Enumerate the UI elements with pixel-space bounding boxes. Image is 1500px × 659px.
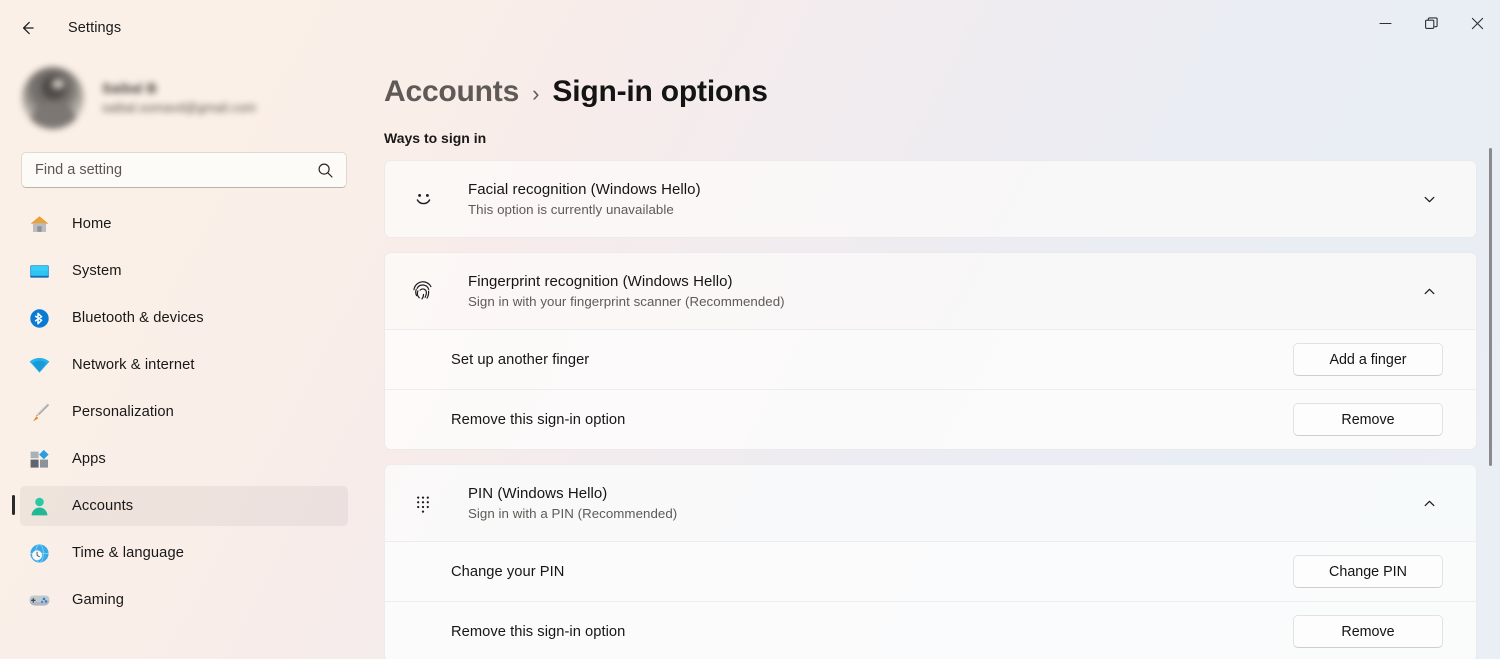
maximize-button[interactable] xyxy=(1408,0,1454,47)
breadcrumb: Accounts › Sign-in options xyxy=(384,75,1500,109)
profile-name: Saibal B xyxy=(102,81,157,96)
app-title: Settings xyxy=(68,20,122,36)
remove-pin-button[interactable]: Remove xyxy=(1293,615,1443,648)
sidebar-item-bluetooth-devices[interactable]: Bluetooth & devices xyxy=(20,298,348,338)
sidebar-item-label: Bluetooth & devices xyxy=(72,310,204,326)
system-icon xyxy=(24,258,54,284)
bluetooth-icon xyxy=(24,305,54,331)
fingerprint-icon xyxy=(403,277,443,305)
avatar xyxy=(22,67,84,129)
change-pin-button[interactable]: Change PIN xyxy=(1293,555,1443,588)
clock-globe-icon xyxy=(24,540,54,566)
sign-in-options-list: Facial recognition (Windows Hello) This … xyxy=(384,160,1477,659)
wifi-icon xyxy=(24,352,54,378)
row-change-your-pin: Change your PIN Change PIN xyxy=(385,541,1476,601)
card-header[interactable]: Facial recognition (Windows Hello) This … xyxy=(385,161,1476,237)
card-facial-recognition: Facial recognition (Windows Hello) This … xyxy=(384,160,1477,238)
window-controls xyxy=(1362,0,1500,47)
card-title: Facial recognition (Windows Hello) xyxy=(468,181,701,198)
back-arrow-icon xyxy=(22,21,34,35)
row-remove-pin: Remove this sign-in option Remove xyxy=(385,601,1476,659)
sidebar-nav: Home System Bluetooth & devices Network … xyxy=(0,204,368,620)
sidebar-item-label: Time & language xyxy=(72,545,184,561)
sidebar-item-gaming[interactable]: Gaming xyxy=(20,580,348,620)
card-text: Fingerprint recognition (Windows Hello) … xyxy=(468,273,1412,309)
sidebar-item-personalization[interactable]: Personalization xyxy=(20,392,348,432)
chevron-up-icon[interactable] xyxy=(1412,274,1446,308)
sidebar-item-system[interactable]: System xyxy=(20,251,348,291)
remove-fingerprint-button[interactable]: Remove xyxy=(1293,403,1443,436)
vertical-scrollbar[interactable] xyxy=(1486,148,1496,466)
row-label: Set up another finger xyxy=(451,351,590,368)
close-button[interactable] xyxy=(1454,0,1500,47)
accounts-icon xyxy=(24,493,54,519)
card-title: PIN (Windows Hello) xyxy=(468,485,608,502)
breadcrumb-parent[interactable]: Accounts xyxy=(384,75,519,109)
sidebar: Saibal B saibal.somavd@gmail.com Find a … xyxy=(0,56,368,659)
card-text: PIN (Windows Hello) Sign in with a PIN (… xyxy=(468,485,1412,521)
card-subtitle: This option is currently unavailable xyxy=(468,202,674,217)
page-title: Sign-in options xyxy=(552,75,768,108)
title-bar: Settings xyxy=(0,0,1500,56)
search-input[interactable] xyxy=(35,162,317,178)
profile-text: Saibal B saibal.somavd@gmail.com xyxy=(102,81,256,115)
sidebar-item-label: Apps xyxy=(72,451,106,467)
gamepad-icon xyxy=(24,587,54,613)
paintbrush-icon xyxy=(24,399,54,425)
sidebar-item-label: System xyxy=(72,263,122,279)
sidebar-item-label: Personalization xyxy=(72,404,174,420)
card-header[interactable]: Fingerprint recognition (Windows Hello) … xyxy=(385,253,1476,329)
row-label: Remove this sign-in option xyxy=(451,411,626,428)
card-text: Facial recognition (Windows Hello) This … xyxy=(468,181,1412,217)
apps-icon xyxy=(24,446,54,472)
add-a-finger-button[interactable]: Add a finger xyxy=(1293,343,1443,376)
back-button[interactable] xyxy=(11,11,45,45)
sidebar-item-home[interactable]: Home xyxy=(20,204,348,244)
sidebar-item-network-internet[interactable]: Network & internet xyxy=(20,345,348,385)
minimize-button[interactable] xyxy=(1362,0,1408,47)
sidebar-item-time-language[interactable]: Time & language xyxy=(20,533,348,573)
sidebar-item-label: Network & internet xyxy=(72,357,195,373)
scrollbar-thumb[interactable] xyxy=(1489,148,1492,466)
profile-email: saibal.somavd@gmail.com xyxy=(102,101,257,115)
close-icon xyxy=(1471,17,1483,30)
sidebar-item-apps[interactable]: Apps xyxy=(20,439,348,479)
row-label: Remove this sign-in option xyxy=(451,623,626,640)
sidebar-item-label: Gaming xyxy=(72,592,125,608)
row-remove-fingerprint: Remove this sign-in option Remove xyxy=(385,389,1476,449)
face-smile-icon xyxy=(403,186,443,213)
card-header[interactable]: PIN (Windows Hello) Sign in with a PIN (… xyxy=(385,465,1476,541)
pin-keypad-icon xyxy=(403,490,443,516)
search-icon xyxy=(317,162,334,179)
chevron-up-icon[interactable] xyxy=(1412,486,1446,520)
sidebar-item-label: Accounts xyxy=(72,498,134,514)
card-subtitle: Sign in with a PIN (Recommended) xyxy=(468,506,678,521)
chevron-down-icon[interactable] xyxy=(1412,182,1446,216)
row-label: Change your PIN xyxy=(451,563,565,580)
row-set-up-another-finger: Set up another finger Add a finger xyxy=(385,329,1476,389)
search-box[interactable] xyxy=(21,152,347,188)
minimize-icon xyxy=(1378,22,1392,25)
home-icon xyxy=(24,211,54,237)
sidebar-item-label: Home xyxy=(72,216,112,232)
user-profile[interactable]: Saibal B saibal.somavd@gmail.com xyxy=(0,56,368,140)
sidebar-item-accounts[interactable]: Accounts xyxy=(12,486,348,526)
main-content: Accounts › Sign-in options Ways to sign … xyxy=(368,56,1500,659)
breadcrumb-separator-icon: › xyxy=(532,81,540,106)
card-subtitle: Sign in with your fingerprint scanner (R… xyxy=(468,294,785,309)
settings-window: Settings Saibal B saibal.somavd@gmail.co… xyxy=(0,0,1500,659)
card-fingerprint-recognition: Fingerprint recognition (Windows Hello) … xyxy=(384,252,1477,450)
card-title: Fingerprint recognition (Windows Hello) xyxy=(468,273,733,290)
section-title: Ways to sign in xyxy=(384,130,487,146)
restore-icon xyxy=(1424,17,1438,29)
card-pin: PIN (Windows Hello) Sign in with a PIN (… xyxy=(384,464,1477,659)
